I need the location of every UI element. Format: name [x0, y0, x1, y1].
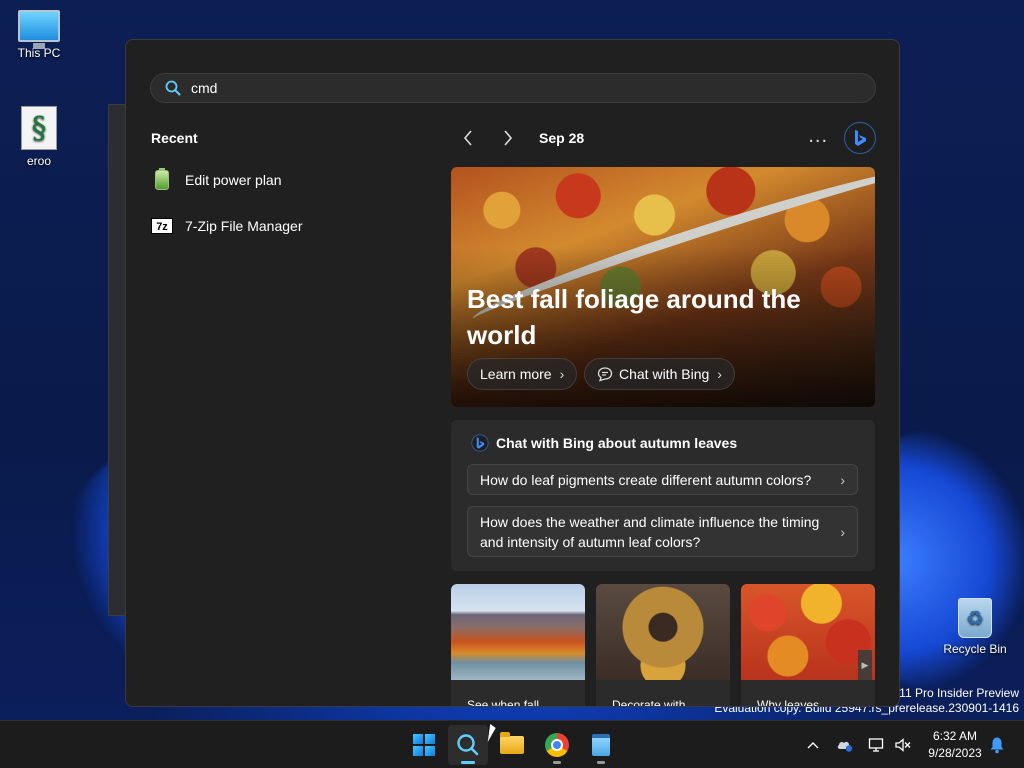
chrome-icon [545, 733, 569, 757]
recent-item-label: 7-Zip File Manager [185, 218, 303, 234]
taskbar-clock[interactable]: 6:32 AM 9/28/2023 [920, 728, 990, 762]
chevron-right-icon: › [559, 366, 565, 382]
chat-bubble-icon [597, 367, 613, 382]
windows-watermark-edition: s 11 Pro Insider Preview [889, 686, 1019, 700]
scroll-right-arrow[interactable]: ▶ [858, 650, 872, 680]
notifications-button[interactable] [986, 721, 1008, 768]
desktop-icon-this-pc[interactable]: This PC [4, 10, 74, 60]
notepad-icon [592, 734, 610, 756]
chat-suggestion-text: How does the weather and climate influen… [480, 513, 820, 550]
search-icon [165, 80, 181, 96]
start-button[interactable] [404, 725, 444, 765]
thumbnail-caption: See when fall [467, 698, 540, 707]
hero-card[interactable]: Best fall foliage around the world Learn… [451, 167, 875, 407]
taskbar-search-button[interactable] [448, 725, 488, 765]
chat-with-bing-label: Chat with Bing [619, 366, 710, 382]
script-file-icon: § [21, 106, 57, 150]
search-icon [457, 734, 479, 756]
volume-button[interactable] [892, 721, 914, 768]
search-input[interactable] [191, 80, 791, 96]
previous-day-button[interactable] [451, 123, 485, 153]
monitor-icon [18, 10, 60, 49]
chevron-up-icon [807, 742, 819, 749]
recycle-bin-icon: ♻ [958, 598, 992, 638]
chevron-right-icon: › [717, 366, 722, 382]
learn-more-label: Learn more [480, 366, 552, 382]
recent-item-7zip[interactable]: 7z 7-Zip File Manager [151, 208, 421, 244]
clock-date: 9/28/2023 [928, 746, 982, 760]
search-box[interactable] [150, 73, 876, 103]
learn-more-button[interactable]: Learn more › [467, 358, 578, 390]
desktop-icon-label: eroo [26, 154, 52, 168]
chat-suggestion[interactable]: How do leaf pigments create different au… [467, 464, 858, 495]
search-panel: Recent Edit power plan 7z 7-Zip File Man… [125, 39, 900, 707]
thumbnail-image [451, 584, 585, 680]
recent-item-edit-power-plan[interactable]: Edit power plan [151, 162, 421, 198]
volume-muted-icon [895, 738, 911, 752]
taskbar: 6:32 AM 9/28/2023 [0, 720, 1024, 768]
recent-heading: Recent [151, 130, 198, 146]
notepad-button[interactable] [581, 725, 621, 765]
more-options-button[interactable]: ... [808, 122, 828, 154]
highlights-date: Sep 28 [539, 130, 585, 146]
cloud-info-icon [837, 741, 853, 752]
chevron-right-icon [504, 130, 513, 146]
chrome-button[interactable] [537, 725, 577, 765]
desktop-icon-eroo[interactable]: § eroo [4, 106, 74, 168]
file-explorer-button[interactable] [492, 725, 532, 765]
chat-suggestion-text: How do leaf pigments create different au… [480, 471, 812, 488]
folder-icon [500, 732, 524, 754]
network-icon [868, 738, 884, 752]
bing-chat-card-title: Chat with Bing about autumn leaves [471, 434, 737, 452]
bing-logo-icon [471, 434, 489, 452]
highlights-nav: Sep 28 ... [451, 122, 876, 154]
battery-icon [151, 168, 173, 191]
show-hidden-icons-button[interactable] [802, 721, 824, 768]
recent-item-label: Edit power plan [185, 172, 282, 188]
chat-suggestion[interactable]: How does the weather and climate influen… [467, 506, 858, 557]
thumbnail-caption: Decorate with [612, 698, 686, 707]
chat-with-bing-button[interactable]: Chat with Bing › [584, 358, 735, 390]
hero-title: Best fall foliage around the world [467, 284, 801, 350]
thumbnail-card[interactable]: Decorate with [596, 584, 730, 707]
thumbnail-image [741, 584, 875, 680]
network-button[interactable] [866, 721, 888, 768]
thumbnail-card[interactable]: Why leaves [741, 584, 875, 707]
bell-icon [990, 737, 1004, 754]
clock-time: 6:32 AM [932, 729, 978, 743]
bing-chat-card-title-text: Chat with Bing about autumn leaves [496, 435, 738, 451]
desktop-icon-recycle-bin[interactable]: ♻ Recycle Bin [940, 598, 1010, 656]
chevron-left-icon [463, 130, 472, 146]
chevron-right-icon: › [840, 523, 845, 540]
thumbnail-card[interactable]: See when fall [451, 584, 585, 707]
next-day-button[interactable] [491, 123, 525, 153]
windows-logo-icon [413, 734, 435, 756]
bing-logo-icon [855, 130, 866, 146]
thumbnail-caption: Why leaves [757, 698, 820, 707]
thumbnail-image [596, 584, 730, 680]
bing-chat-button[interactable] [844, 122, 876, 154]
bing-chat-card: Chat with Bing about autumn leaves How d… [451, 420, 875, 571]
chevron-right-icon: › [840, 471, 845, 488]
onedrive-button[interactable] [834, 721, 856, 768]
7zip-icon: 7z [151, 215, 173, 237]
desktop-icon-label: Recycle Bin [943, 642, 1007, 656]
